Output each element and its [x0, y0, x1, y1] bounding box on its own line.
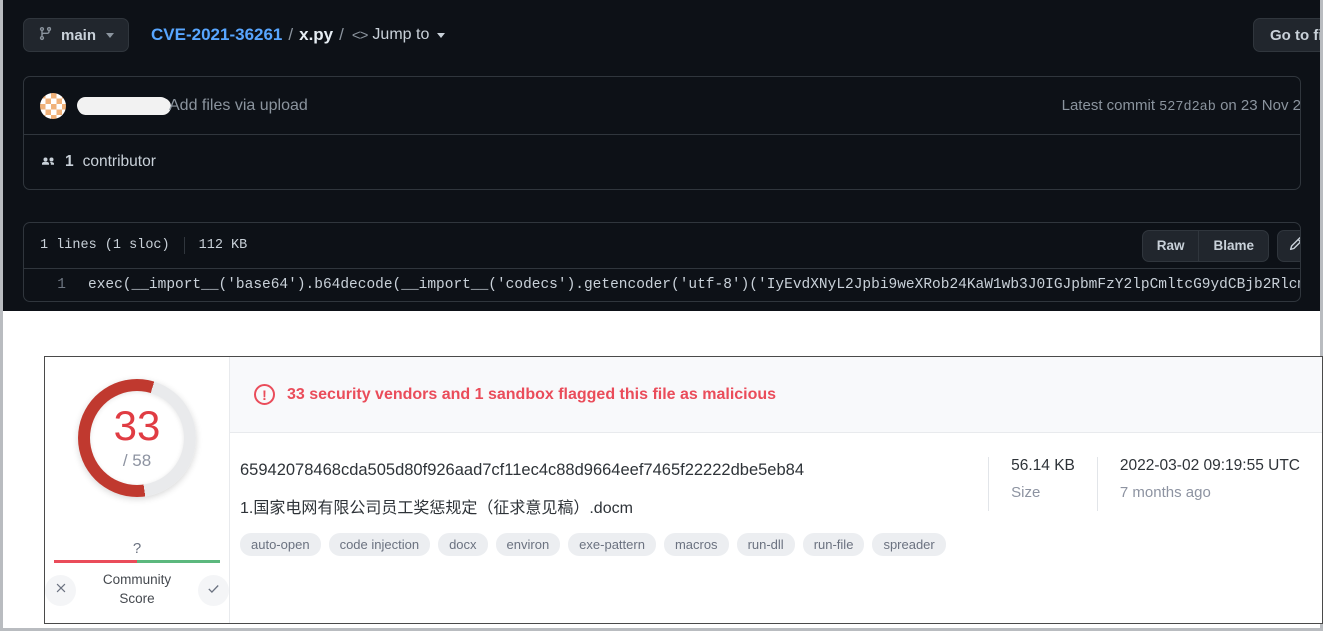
breadcrumb-separator: / [288, 25, 293, 45]
avatar [40, 93, 66, 119]
tag-item[interactable]: macros [664, 533, 729, 556]
community-score-controls: Community Score [45, 571, 229, 609]
detection-count: 33 [114, 405, 161, 447]
jump-to-button[interactable]: <> Jump to [352, 26, 445, 44]
community-score-widget: ? Community Score [45, 540, 229, 609]
go-to-file-button[interactable]: Go to file [1253, 18, 1320, 52]
detection-total: / 58 [123, 451, 151, 471]
file-line-count: 1 lines (1 sloc) [40, 238, 170, 253]
file-meta: 1 lines (1 sloc) 112 KB [40, 237, 247, 254]
code-brackets-icon: <> [352, 27, 368, 44]
report-details-column: ! 33 security vendors and 1 sandbox flag… [230, 357, 1322, 623]
community-score-label-line1: Community [93, 571, 181, 590]
line-number: 1 [24, 277, 78, 293]
branch-icon [38, 26, 53, 45]
code-content[interactable]: exec(__import__('base64').b64decode(__im… [78, 277, 1301, 293]
fact-label: Size [1011, 484, 1075, 501]
file-panel: 1 lines (1 sloc) 112 KB Raw Blame [23, 222, 1301, 302]
community-score-label: Community Score [93, 571, 181, 609]
commit-date-prefix: on [1220, 97, 1237, 114]
fact-size: 56.14 KB Size [988, 457, 1097, 511]
raw-button[interactable]: Raw [1143, 231, 1199, 261]
fact-last-analysis: 2022-03-02 09:19:55 UTC 7 months ago [1097, 457, 1322, 511]
exclamation-circle-icon: ! [254, 384, 275, 405]
branch-name-label: main [61, 27, 96, 44]
latest-commit-row: Add files via upload Latest commit 527d2… [24, 77, 1300, 134]
file-size: 112 KB [199, 238, 248, 253]
blame-button[interactable]: Blame [1198, 231, 1268, 261]
tag-item[interactable]: environ [496, 533, 561, 556]
community-score-bar [54, 560, 220, 563]
github-file-view: main CVE-2021-36261 / x.py / <> Jump to … [3, 0, 1320, 311]
file-details-body: 65942078468cda505d80f926aad7cf11ec4c88d9… [230, 433, 1322, 623]
commit-panel: Add files via upload Latest commit 527d2… [23, 76, 1301, 190]
fact-label: 7 months ago [1120, 484, 1300, 501]
code-line: 1 exec(__import__('base64').b64decode(__… [24, 269, 1300, 301]
tag-item[interactable]: run-file [803, 533, 865, 556]
x-icon [54, 581, 68, 599]
tag-item[interactable]: docx [438, 533, 487, 556]
file-toolbar: 1 lines (1 sloc) 112 KB Raw Blame [24, 223, 1300, 269]
repo-header: main CVE-2021-36261 / x.py / <> Jump to … [3, 0, 1320, 70]
file-actions: Raw Blame [1142, 230, 1301, 262]
tag-item[interactable]: exe-pattern [568, 533, 656, 556]
virustotal-report-panel: 33 / 58 ? [44, 356, 1323, 624]
pencil-icon [1289, 236, 1302, 256]
community-bar-positive [137, 560, 220, 563]
meta-divider [184, 237, 185, 254]
raw-blame-button-group: Raw Blame [1142, 230, 1269, 262]
file-hash[interactable]: 65942078468cda505d80f926aad7cf11ec4c88d9… [240, 461, 988, 480]
community-bar-negative [54, 560, 137, 563]
latest-commit-info: Latest commit 527d2ab on 23 Nov 2021 [1062, 97, 1301, 115]
file-name: 1.国家电网有限公司员工奖惩规定（征求意见稿）.docm [240, 494, 988, 518]
redacted-username [77, 97, 169, 114]
upvote-button[interactable] [198, 575, 229, 606]
tag-item[interactable]: spreader [872, 533, 945, 556]
tag-item[interactable]: run-dll [737, 533, 795, 556]
detection-donut-chart: 33 / 58 [78, 379, 196, 497]
file-tag-list: auto-open code injection docx environ ex… [240, 533, 988, 556]
donut-center: 33 / 58 [78, 379, 196, 497]
commit-message[interactable]: Add files via upload [169, 97, 308, 115]
malicious-alert-banner: ! 33 security vendors and 1 sandbox flag… [230, 357, 1322, 433]
contributor-count: 1 [65, 153, 74, 171]
breadcrumb-repo-link[interactable]: CVE-2021-36261 [151, 25, 282, 45]
breadcrumb: CVE-2021-36261 / x.py / <> Jump to [151, 25, 445, 45]
tag-item[interactable]: auto-open [240, 533, 321, 556]
screenshot-root: main CVE-2021-36261 / x.py / <> Jump to … [0, 0, 1323, 631]
community-score-label-line2: Score [93, 590, 181, 609]
breadcrumb-file-name: x.py [299, 25, 333, 45]
check-icon [206, 581, 221, 600]
commit-sha[interactable]: 527d2ab [1159, 100, 1216, 115]
fact-value: 2022-03-02 09:19:55 UTC [1120, 457, 1300, 475]
people-icon [40, 154, 56, 170]
file-identity: 65942078468cda505d80f926aad7cf11ec4c88d9… [230, 433, 988, 623]
detection-score-column: 33 / 58 ? [45, 357, 230, 623]
file-facts: 56.14 KB Size 2022-03-02 09:19:55 UTC 7 … [988, 433, 1322, 623]
malicious-alert-text: 33 security vendors and 1 sandbox flagge… [287, 386, 776, 404]
contributor-label: contributor [83, 153, 156, 171]
contributors-row[interactable]: 1 contributor [24, 134, 1300, 189]
edit-file-button[interactable] [1277, 230, 1301, 262]
chevron-down-icon [106, 33, 114, 38]
fact-value: 56.14 KB [1011, 457, 1075, 475]
latest-commit-prefix: Latest commit [1062, 97, 1155, 114]
tag-item[interactable]: code injection [329, 533, 431, 556]
commit-date: 23 Nov 2021 [1241, 97, 1301, 114]
jump-to-label: Jump to [372, 26, 429, 44]
breadcrumb-separator-2: / [339, 25, 344, 45]
branch-selector-button[interactable]: main [23, 18, 129, 52]
chevron-down-icon [437, 33, 445, 38]
community-score-value: ? [133, 540, 141, 557]
downvote-button[interactable] [45, 575, 76, 606]
